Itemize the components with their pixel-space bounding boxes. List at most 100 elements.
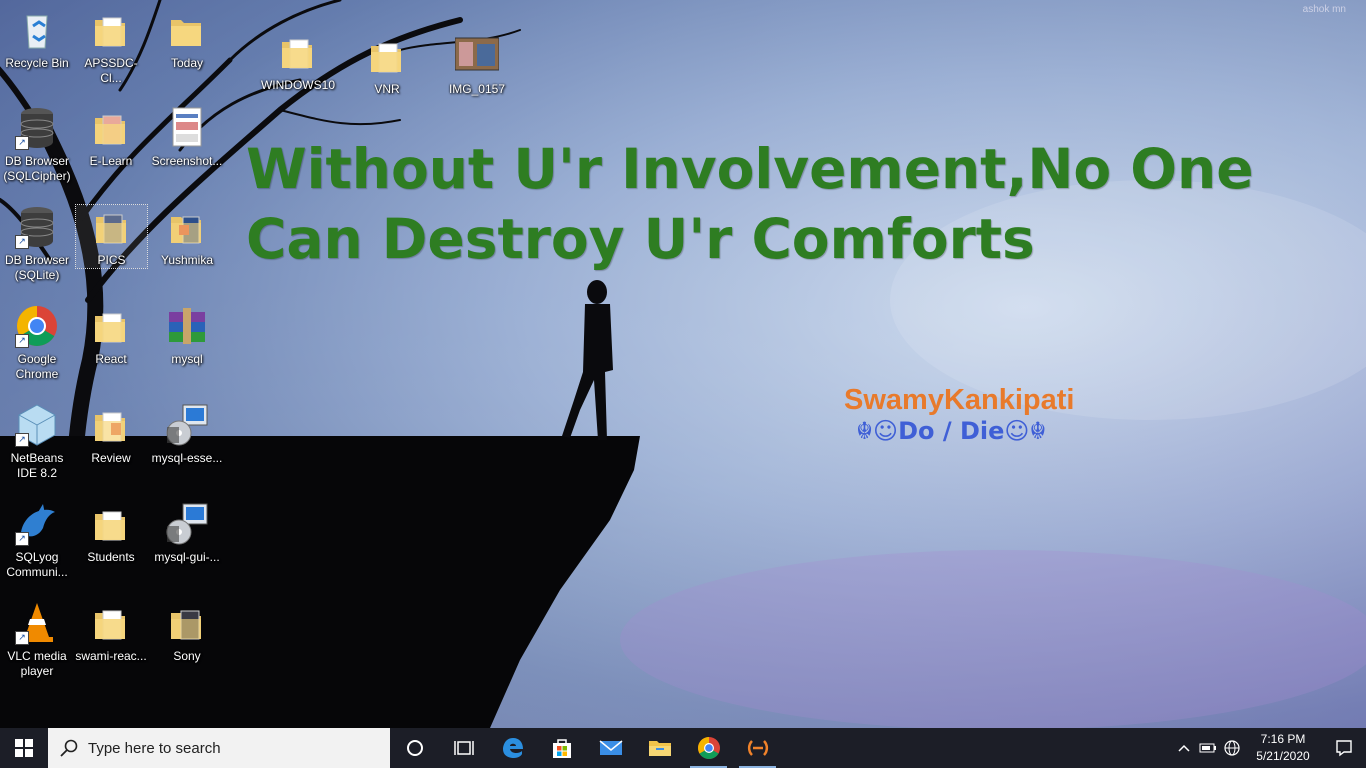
wallpaper-watermark: ashok mn bbox=[1302, 4, 1346, 15]
desktop-icon-recycle-bin[interactable]: Recycle Bin bbox=[0, 8, 74, 71]
desktop-icon-review-folder[interactable]: Review bbox=[74, 403, 148, 466]
folder-icon bbox=[89, 601, 133, 645]
shortcut-arrow-icon: ↗ bbox=[15, 136, 29, 150]
folder-icon bbox=[165, 8, 209, 52]
battery-icon[interactable] bbox=[1196, 728, 1220, 768]
desktop-icon-pics-folder[interactable]: PICS bbox=[75, 204, 148, 269]
taskbar: Type here to search 7:16 PM 5/21/2020 bbox=[0, 728, 1366, 768]
cortana-button[interactable] bbox=[390, 728, 439, 768]
shortcut-arrow-icon: ↗ bbox=[15, 532, 29, 546]
taskbar-eclipse-button[interactable] bbox=[733, 728, 782, 768]
desktop-icon-label: mysql-esse... bbox=[151, 451, 223, 465]
desktop-icon-label: DB Browser (SQLite) bbox=[4, 253, 69, 282]
desktop-icon-netbeans[interactable]: ↗ NetBeans IDE 8.2 bbox=[0, 403, 74, 481]
database-icon: ↗ bbox=[15, 205, 59, 249]
desktop-icon-label: E-Learn bbox=[89, 154, 133, 168]
desktop-icon-db-browser-sqlite[interactable]: ↗ DB Browser (SQLite) bbox=[0, 205, 74, 283]
system-tray: 7:16 PM 5/21/2020 bbox=[1172, 728, 1366, 768]
desktop-icon-label: VNR bbox=[374, 82, 400, 96]
desktop-icon-students-folder[interactable]: Students bbox=[74, 502, 148, 565]
desktop-icon-label: PICS bbox=[97, 253, 126, 267]
start-button[interactable] bbox=[0, 728, 48, 768]
desktop-icon-label: SQLyog Communi... bbox=[6, 550, 68, 579]
taskbar-clock[interactable]: 7:16 PM 5/21/2020 bbox=[1244, 731, 1322, 765]
desktop-icon-label: Students bbox=[87, 550, 135, 564]
desktop-icon-label: Today bbox=[170, 56, 204, 70]
photo-thumbnail-icon bbox=[454, 34, 500, 78]
desktop-icon-label: NetBeans IDE 8.2 bbox=[10, 451, 64, 480]
cortana-circle-icon bbox=[406, 740, 423, 756]
taskbar-search-box[interactable]: Type here to search bbox=[48, 728, 390, 768]
installer-icon bbox=[165, 403, 209, 447]
desktop-icon-swami-react-folder[interactable]: swami-reac... bbox=[74, 601, 148, 664]
netbeans-cube-icon: ↗ bbox=[15, 403, 59, 447]
desktop-icon-label: Recycle Bin bbox=[5, 56, 69, 70]
desktop-icon-e-learn-folder[interactable]: E-Learn bbox=[74, 106, 148, 169]
desktop-icon-label: VLC media player bbox=[7, 649, 67, 678]
desktop-icon-react-folder[interactable]: React bbox=[74, 304, 148, 367]
desktop-icon-label: Yushmika bbox=[160, 253, 214, 267]
action-center-button[interactable] bbox=[1322, 728, 1366, 768]
shortcut-arrow-icon: ↗ bbox=[15, 433, 29, 447]
folder-icon bbox=[365, 34, 409, 78]
taskbar-chrome-button[interactable] bbox=[684, 728, 733, 768]
wallpaper-signature-name: SwamyKankipati bbox=[844, 384, 1075, 416]
desktop-icon-sqlyog[interactable]: ↗ SQLyog Communi... bbox=[0, 502, 74, 580]
folder-icon bbox=[89, 502, 133, 546]
desktop-icon-label: APSSDC-Cl... bbox=[84, 56, 138, 85]
desktop-icon-today-folder[interactable]: Today bbox=[150, 8, 224, 71]
desktop-icon-vnr-folder[interactable]: VNR bbox=[350, 34, 424, 97]
desktop-icon-label: Screenshot... bbox=[151, 154, 223, 168]
desktop-icon-apssdc-folder[interactable]: APSSDC-Cl... bbox=[74, 8, 148, 86]
desktop-icon-label: React bbox=[95, 352, 127, 366]
taskbar-mail-button[interactable] bbox=[586, 728, 635, 768]
desktop-icon-label: WINDOWS10 bbox=[260, 78, 335, 92]
vlc-cone-icon: ↗ bbox=[15, 601, 59, 645]
wallpaper-signature-motto: ☬☺Do / Die☺☬ bbox=[856, 417, 1047, 445]
chrome-icon: ↗ bbox=[15, 304, 59, 348]
clock-date: 5/21/2020 bbox=[1256, 749, 1310, 763]
desktop-icon-img-0157[interactable]: IMG_0157 bbox=[440, 34, 514, 97]
shortcut-arrow-icon: ↗ bbox=[15, 631, 29, 645]
desktop-icon-mysql-archive[interactable]: mysql bbox=[150, 304, 224, 367]
database-icon: ↗ bbox=[15, 106, 59, 150]
installer-icon bbox=[165, 502, 209, 546]
eclipse-ide-icon bbox=[747, 740, 768, 756]
desktop-icon-label: IMG_0157 bbox=[448, 82, 506, 96]
folder-icon bbox=[89, 8, 133, 52]
windows-logo-icon bbox=[15, 739, 33, 757]
folder-icon bbox=[165, 205, 209, 249]
network-globe-icon[interactable] bbox=[1220, 728, 1244, 768]
taskbar-edge-button[interactable] bbox=[488, 728, 537, 768]
desktop-icon-yushmika-folder[interactable]: Yushmika bbox=[150, 205, 224, 268]
desktop-icon-label: Google Chrome bbox=[15, 352, 59, 381]
winrar-archive-icon bbox=[165, 304, 209, 348]
folder-icon bbox=[276, 30, 320, 74]
desktop[interactable]: ashok mn Without U'r Involvement,No One … bbox=[0, 0, 1366, 728]
task-view-button[interactable] bbox=[439, 728, 488, 768]
desktop-icon-mysql-gui[interactable]: mysql-gui-... bbox=[150, 502, 224, 565]
desktop-icon-screenshot-file[interactable]: Screenshot... bbox=[150, 106, 224, 169]
mail-envelope-icon bbox=[599, 740, 622, 755]
desktop-icon-vlc[interactable]: ↗ VLC media player bbox=[0, 601, 74, 679]
desktop-icon-sony-folder[interactable]: Sony bbox=[150, 601, 224, 664]
recycle-bin-icon bbox=[15, 8, 59, 52]
desktop-icon-label: swami-reac... bbox=[75, 649, 147, 663]
desktop-icon-google-chrome[interactable]: ↗ Google Chrome bbox=[0, 304, 74, 382]
notification-icon bbox=[1336, 740, 1352, 757]
desktop-icon-label: Sony bbox=[173, 649, 201, 663]
file-explorer-folder-icon bbox=[648, 741, 671, 756]
chrome-icon bbox=[697, 737, 720, 759]
shortcut-arrow-icon: ↗ bbox=[15, 334, 29, 348]
desktop-icon-db-browser-sqlcipher[interactable]: ↗ DB Browser (SQLCipher) bbox=[0, 106, 74, 184]
taskbar-file-explorer-button[interactable] bbox=[635, 728, 684, 768]
folder-icon bbox=[165, 601, 209, 645]
taskbar-store-button[interactable] bbox=[537, 728, 586, 768]
desktop-icon-label: DB Browser (SQLCipher) bbox=[3, 154, 71, 183]
store-bag-icon bbox=[552, 739, 571, 758]
desktop-icon-windows10-folder[interactable]: WINDOWS10 bbox=[260, 30, 336, 93]
desktop-icon-mysql-essentials[interactable]: mysql-esse... bbox=[150, 403, 224, 466]
show-hidden-icons-chevron-icon[interactable] bbox=[1172, 728, 1196, 768]
shortcut-arrow-icon: ↗ bbox=[15, 235, 29, 249]
folder-icon bbox=[90, 205, 134, 249]
